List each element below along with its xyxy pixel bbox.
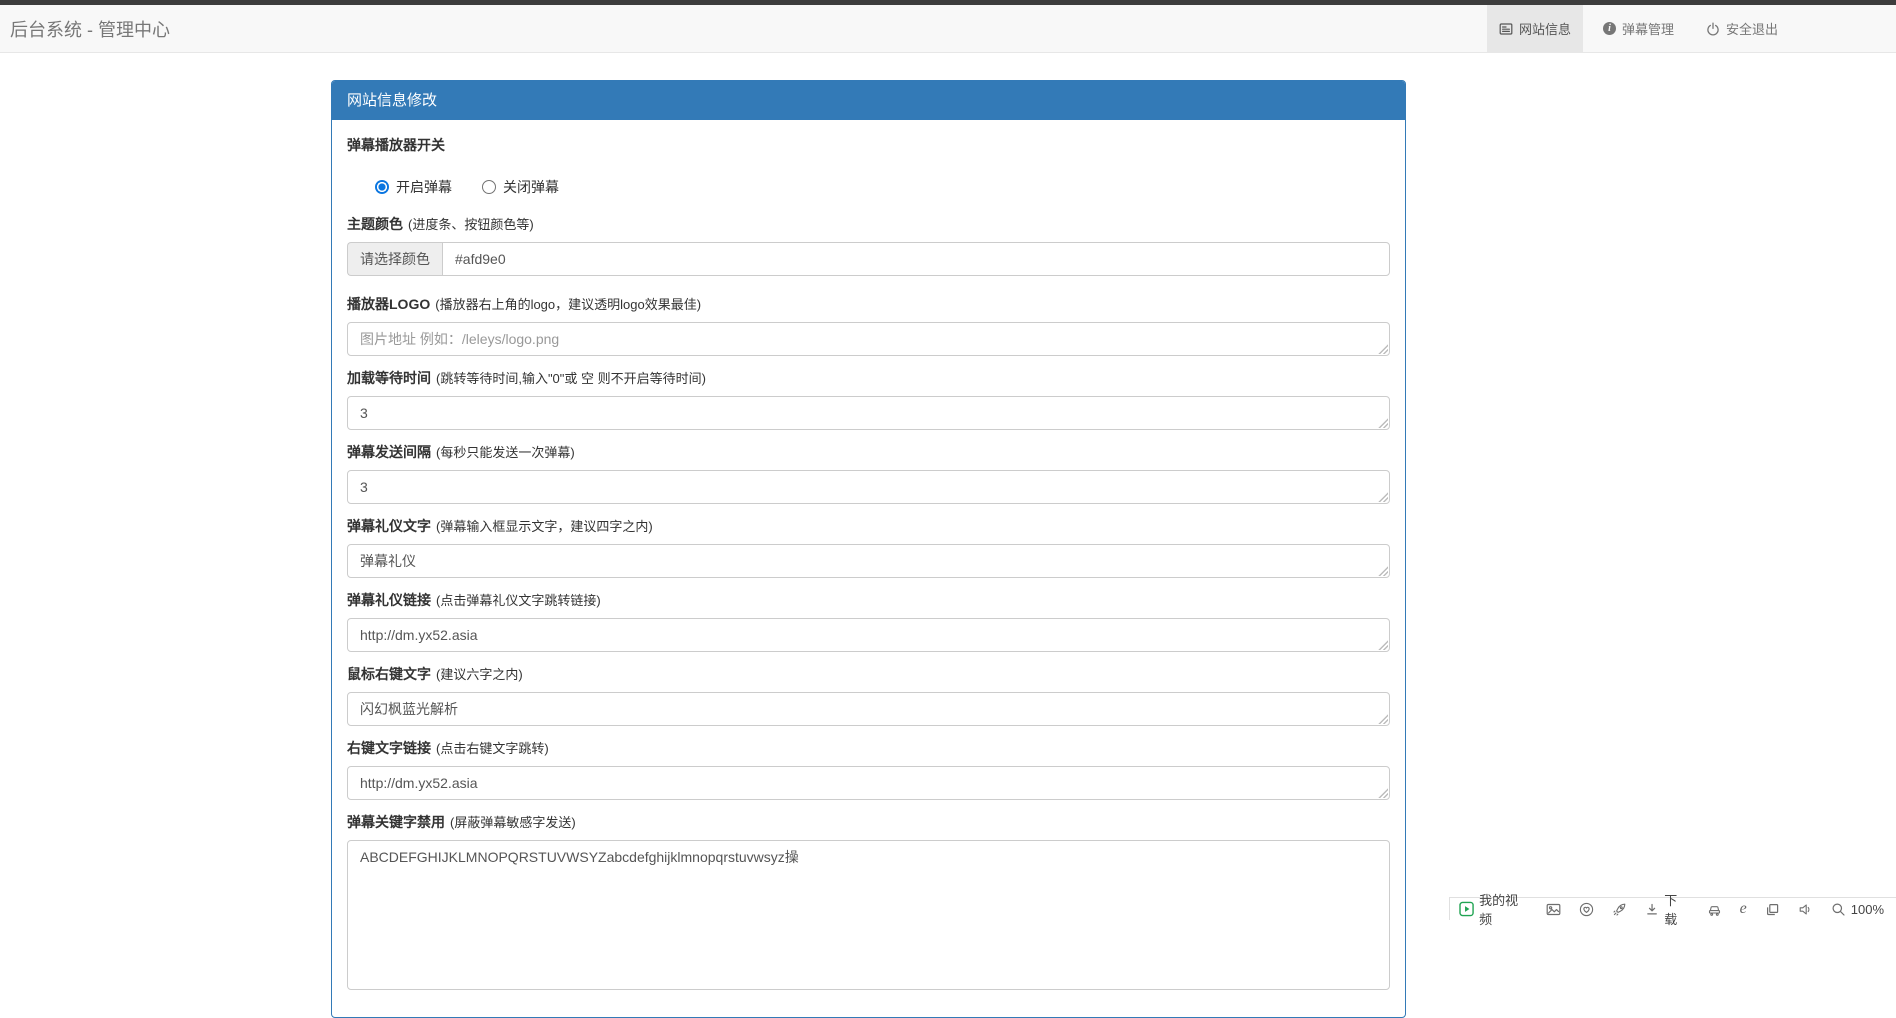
field-etiquette-link: 弹幕礼仪链接 (点击弹幕礼仪文字跳转链接) (347, 590, 1390, 652)
image-icon (1546, 903, 1561, 915)
heart-circle-icon (1579, 902, 1594, 916)
field-hint: (点击右键文字跳转) (436, 741, 549, 756)
field-label: 播放器LOGO (播放器右上角的logo，建议透明logo效果最佳) (347, 296, 702, 312)
nav-item-logout[interactable]: 安全退出 (1694, 5, 1790, 52)
theme-color-input[interactable] (442, 242, 1390, 276)
field-hint: (进度条、按钮颜色等) (408, 217, 534, 232)
panel-body: 弹幕播放器开关 开启弹幕 关闭弹幕 主题颜色(进度条、按钮颜色等) 请选择颜色 (332, 120, 1405, 1017)
field-hint: (建议六字之内) (436, 667, 523, 682)
field-label: 弹幕发送间隔 (每秒只能发送一次弹幕) (347, 444, 575, 460)
radio-selected-icon[interactable] (375, 180, 389, 194)
field-banned-keywords: 弹幕关键字禁用 (屏蔽弹幕敏感字发送) ABCDEFGHIJKLMNOPQRSTU… (347, 812, 1390, 990)
restore-window-button[interactable] (1765, 902, 1780, 917)
radio-option-danmaku-off[interactable]: 关闭弹幕 (482, 177, 559, 197)
field-label: 弹幕礼仪文字 (弹幕输入框显示文字，建议四字之内) (347, 518, 653, 534)
field-hint: (每秒只能发送一次弹幕) (436, 445, 575, 460)
nav-item-label: 安全退出 (1725, 22, 1778, 37)
volume-button[interactable] (1798, 902, 1813, 917)
field-label: 鼠标右键文字 (建议六字之内) (347, 666, 523, 682)
my-videos-label: 我的视频 (1479, 893, 1519, 927)
banned-keywords-textarea[interactable]: ABCDEFGHIJKLMNOPQRSTUVWSYZabcdefghijklmn… (347, 840, 1390, 990)
radio-group-player-switch: 开启弹幕 关闭弹幕 (347, 177, 1390, 197)
theme-color-input-group: 请选择颜色 (347, 242, 1390, 276)
send-interval-input[interactable] (347, 470, 1390, 504)
field-label: 右键文字链接 (点击右键文字跳转) (347, 740, 549, 756)
download-icon (1647, 903, 1657, 915)
field-hint: (播放器右上角的logo，建议透明logo效果最佳) (435, 297, 702, 312)
windows-restore-icon (1766, 903, 1778, 915)
right-click-link-input[interactable] (347, 766, 1390, 800)
nav-item-label: 弹幕管理 (1621, 22, 1674, 37)
download-label: 下载 (1664, 893, 1678, 927)
list-alt-icon (1499, 22, 1513, 35)
navbar: 后台系统 - 管理中心 网站信息 i 弹幕管理 安全退出 (0, 5, 1896, 53)
field-hint: (跳转等待时间,输入"0"或 空 则不开启等待时间) (436, 371, 706, 386)
info-icon: i (1602, 22, 1616, 35)
site-info-panel: 网站信息修改 弹幕播放器开关 开启弹幕 关闭弹幕 主题颜色(进度条、按钮颜色等)… (331, 80, 1406, 1018)
car-button[interactable] (1707, 902, 1722, 917)
field-player-logo: 播放器LOGO (播放器右上角的logo，建议透明logo效果最佳) (347, 294, 1390, 356)
nav-item-label: 网站信息 (1518, 22, 1571, 37)
download-button[interactable]: 下载 (1645, 890, 1689, 928)
wait-time-input[interactable] (347, 396, 1390, 430)
play-video-icon (1459, 901, 1474, 917)
field-right-click-text: 鼠标右键文字 (建议六字之内) (347, 664, 1390, 726)
field-label: 弹幕关键字禁用 (屏蔽弹幕敏感字发送) (347, 814, 576, 830)
color-picker-addon[interactable]: 请选择颜色 (347, 242, 442, 276)
field-label: 主题颜色 (进度条、按钮颜色等) (347, 216, 534, 232)
navbar-menu: 网站信息 i 弹幕管理 安全退出 (1479, 5, 1790, 52)
etiquette-text-input[interactable] (347, 544, 1390, 578)
field-hint: (弹幕输入框显示文字，建议四字之内) (436, 519, 653, 534)
health-button[interactable] (1579, 902, 1594, 917)
field-player-switch: 弹幕播放器开关 开启弹幕 关闭弹幕 (347, 135, 1390, 197)
field-right-click-link: 右键文字链接 (点击右键文字跳转) (347, 738, 1390, 800)
radio-option-danmaku-on[interactable]: 开启弹幕 (375, 177, 452, 197)
field-etiquette-text: 弹幕礼仪文字 (弹幕输入框显示文字，建议四字之内) (347, 516, 1390, 578)
logo-input[interactable] (347, 322, 1390, 356)
etiquette-link-input[interactable] (347, 618, 1390, 652)
my-videos-button[interactable]: 我的视频 (1459, 890, 1528, 928)
nav-item-site-info[interactable]: 网站信息 (1486, 5, 1583, 52)
power-icon (1707, 22, 1719, 35)
right-click-text-input[interactable] (347, 692, 1390, 726)
nav-item-danmaku-manage[interactable]: i 弹幕管理 (1591, 5, 1686, 52)
field-theme-color: 主题颜色 (进度条、按钮颜色等) 请选择颜色 (347, 214, 1390, 276)
booster-button[interactable] (1612, 902, 1627, 917)
radio-label: 关闭弹幕 (503, 179, 559, 195)
zoom-level-label: 100% (1850, 901, 1884, 917)
zoom-control[interactable]: 100% (1831, 902, 1884, 917)
field-send-interval: 弹幕发送间隔 (每秒只能发送一次弹幕) (347, 442, 1390, 504)
radio-unselected-icon[interactable] (482, 180, 496, 194)
radio-label: 开启弹幕 (396, 179, 452, 195)
field-label: 弹幕播放器开关 (347, 137, 445, 153)
browser-status-bar: 我的视频 下载 e 100% (1449, 893, 1896, 927)
field-hint: (屏蔽弹幕敏感字发送) (450, 815, 576, 830)
ie-icon: e (1739, 900, 1747, 917)
magnifier-icon (1832, 903, 1845, 916)
field-label: 加载等待时间 (跳转等待时间,输入"0"或 空 则不开启等待时间) (347, 370, 706, 386)
ie-compat-button[interactable]: e (1740, 901, 1747, 917)
field-hint: (点击弹幕礼仪文字跳转链接) (436, 593, 601, 608)
car-icon (1708, 905, 1720, 916)
rocket-icon (1613, 903, 1626, 916)
panel-title: 网站信息修改 (332, 81, 1405, 120)
speaker-icon (1799, 903, 1810, 915)
image-button[interactable] (1546, 902, 1561, 917)
field-wait-time: 加载等待时间 (跳转等待时间,输入"0"或 空 则不开启等待时间) (347, 368, 1390, 430)
field-label: 弹幕礼仪链接 (点击弹幕礼仪文字跳转链接) (347, 592, 601, 608)
app-title: 后台系统 - 管理中心 (10, 20, 170, 40)
